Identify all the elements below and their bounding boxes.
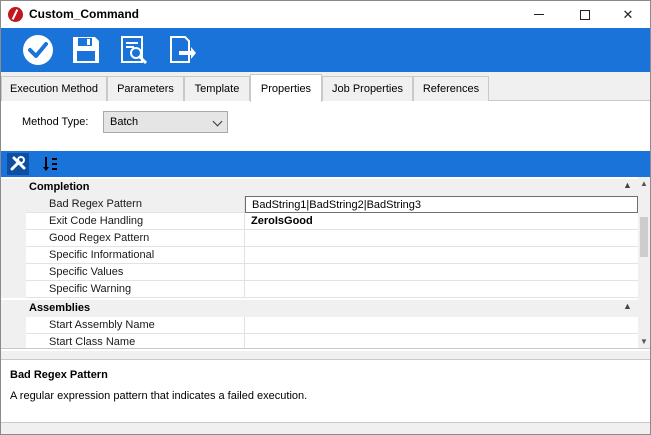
row-margin xyxy=(1,334,26,348)
sort-alphabetical-button[interactable] xyxy=(39,153,61,175)
property-row[interactable]: Specific Values xyxy=(1,264,638,281)
row-margin xyxy=(1,317,26,334)
minimize-icon xyxy=(534,14,544,15)
sort-alpha-icon xyxy=(43,157,57,171)
properties-panel: Method Type: Batch Completion ▲ Bad Rege… xyxy=(1,101,650,351)
save-and-close-button[interactable] xyxy=(21,33,55,67)
minimize-button[interactable] xyxy=(517,1,561,28)
description-title: Bad Regex Pattern xyxy=(10,369,108,381)
save-button[interactable] xyxy=(69,33,103,67)
window-title: Custom_Command xyxy=(29,7,140,21)
property-row[interactable]: Start Class Name xyxy=(1,334,638,348)
checkmark-icon xyxy=(23,35,53,65)
maximize-icon xyxy=(580,9,590,20)
scroll-down-icon[interactable]: ▼ xyxy=(640,337,648,346)
close-button[interactable]: ✕ xyxy=(606,1,650,28)
property-value[interactable] xyxy=(245,317,638,334)
property-row[interactable]: Start Assembly Name xyxy=(1,317,638,334)
property-name: Exit Code Handling xyxy=(26,213,245,230)
categorized-icon xyxy=(10,156,26,171)
collapse-icon[interactable]: ▲ xyxy=(623,180,632,190)
property-name: Specific Warning xyxy=(26,281,245,298)
tab-template[interactable]: Template xyxy=(184,76,250,101)
app-logo-icon xyxy=(8,7,23,22)
tab-strip: Execution Method Parameters Template Pro… xyxy=(1,74,650,102)
main-toolbar xyxy=(1,28,650,72)
export-icon xyxy=(170,36,196,63)
property-name: Specific Values xyxy=(26,264,245,281)
tab-execution-method[interactable]: Execution Method xyxy=(1,76,107,101)
property-value[interactable] xyxy=(245,247,638,264)
property-name: Start Assembly Name xyxy=(26,317,245,334)
collapse-icon[interactable]: ▲ xyxy=(623,301,632,311)
description-text: A regular expression pattern that indica… xyxy=(10,390,308,402)
chevron-down-icon xyxy=(212,116,223,127)
category-name: Completion xyxy=(29,181,90,193)
property-value[interactable] xyxy=(245,334,638,348)
property-name: Good Regex Pattern xyxy=(26,230,245,247)
property-name: Specific Informational xyxy=(26,247,245,264)
row-margin xyxy=(1,281,26,298)
row-margin xyxy=(1,247,26,264)
property-value[interactable] xyxy=(245,230,638,247)
close-icon: ✕ xyxy=(622,6,634,22)
method-type-label: Method Type: xyxy=(22,116,89,128)
property-name: Bad Regex Pattern xyxy=(26,196,245,213)
category-completion[interactable]: Completion ▲ xyxy=(1,179,638,196)
property-grid-toolbar xyxy=(1,151,650,177)
tab-job-properties[interactable]: Job Properties xyxy=(322,76,413,101)
description-panel: Bad Regex Pattern A regular expression p… xyxy=(1,359,650,423)
save-icon xyxy=(73,37,99,63)
property-value[interactable] xyxy=(245,264,638,281)
tab-parameters[interactable]: Parameters xyxy=(107,76,184,101)
property-row[interactable]: Specific Informational xyxy=(1,247,638,264)
maximize-button[interactable] xyxy=(563,1,607,28)
category-name: Assemblies xyxy=(29,302,91,314)
categorized-button[interactable] xyxy=(7,153,29,175)
scroll-up-icon[interactable]: ▲ xyxy=(640,179,648,188)
property-row[interactable]: Exit Code Handling ZeroIsGood xyxy=(1,213,638,230)
preview-icon xyxy=(121,36,148,65)
method-type-select[interactable]: Batch xyxy=(103,111,228,133)
custom-command-window: Custom_Command ✕ Execution Method Parame… xyxy=(0,0,651,435)
property-row[interactable]: Bad Regex Pattern BadString1|BadString2|… xyxy=(1,196,638,213)
row-margin xyxy=(1,230,26,247)
export-button[interactable] xyxy=(165,33,199,67)
property-value-input[interactable]: BadString1|BadString2|BadString3 xyxy=(245,196,638,213)
preview-button[interactable] xyxy=(117,33,151,67)
tab-properties[interactable]: Properties xyxy=(250,74,322,102)
property-grid: Completion ▲ Bad Regex Pattern BadString… xyxy=(1,177,650,349)
property-value[interactable] xyxy=(245,281,638,298)
row-margin xyxy=(1,264,26,281)
title-bar: Custom_Command ✕ xyxy=(1,1,650,28)
tab-references[interactable]: References xyxy=(413,76,489,101)
row-margin xyxy=(1,196,26,213)
scroll-thumb[interactable] xyxy=(640,217,648,257)
property-row[interactable]: Specific Warning xyxy=(1,281,638,298)
property-name: Start Class Name xyxy=(26,334,245,348)
property-row[interactable]: Good Regex Pattern xyxy=(1,230,638,247)
method-type-value: Batch xyxy=(110,116,139,128)
vertical-scrollbar[interactable]: ▲ ▼ xyxy=(638,177,650,348)
category-assemblies[interactable]: Assemblies ▲ xyxy=(1,300,638,317)
property-value[interactable]: ZeroIsGood xyxy=(245,213,638,230)
row-margin xyxy=(1,213,26,230)
